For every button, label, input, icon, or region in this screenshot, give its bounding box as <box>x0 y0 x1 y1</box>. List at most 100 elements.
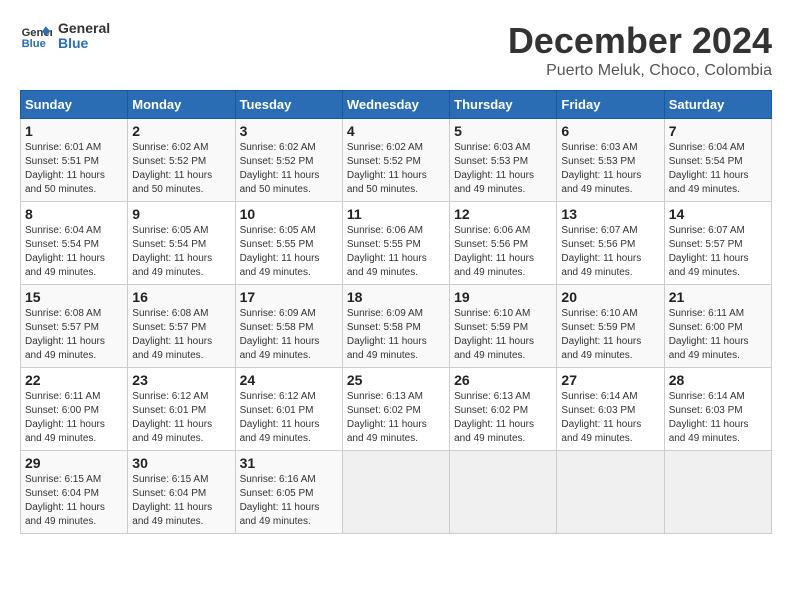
day-number: 27 <box>561 372 659 388</box>
day-number: 9 <box>132 206 230 222</box>
day-number: 4 <box>347 123 445 139</box>
day-info: Sunrise: 6:14 AM Sunset: 6:03 PM Dayligh… <box>669 390 767 446</box>
table-row: 14 Sunrise: 6:07 AM Sunset: 5:57 PM Dayl… <box>664 202 771 285</box>
table-row: 25 Sunrise: 6:13 AM Sunset: 6:02 PM Dayl… <box>342 368 449 451</box>
table-row: 1 Sunrise: 6:01 AM Sunset: 5:51 PM Dayli… <box>21 119 128 202</box>
day-number: 14 <box>669 206 767 222</box>
day-info: Sunrise: 6:07 AM Sunset: 5:56 PM Dayligh… <box>561 224 659 280</box>
day-number: 18 <box>347 289 445 305</box>
table-row: 19 Sunrise: 6:10 AM Sunset: 5:59 PM Dayl… <box>450 285 557 368</box>
day-info: Sunrise: 6:03 AM Sunset: 5:53 PM Dayligh… <box>454 141 552 197</box>
table-row: 20 Sunrise: 6:10 AM Sunset: 5:59 PM Dayl… <box>557 285 664 368</box>
col-thursday: Thursday <box>450 91 557 119</box>
logo-blue: Blue <box>58 36 110 51</box>
col-monday: Monday <box>128 91 235 119</box>
table-row: 23 Sunrise: 6:12 AM Sunset: 6:01 PM Dayl… <box>128 368 235 451</box>
day-info: Sunrise: 6:11 AM Sunset: 6:00 PM Dayligh… <box>669 307 767 363</box>
day-info: Sunrise: 6:13 AM Sunset: 6:02 PM Dayligh… <box>454 390 552 446</box>
page-header: General Blue General Blue December 2024 … <box>20 20 772 80</box>
day-info: Sunrise: 6:09 AM Sunset: 5:58 PM Dayligh… <box>240 307 338 363</box>
day-info: Sunrise: 6:03 AM Sunset: 5:53 PM Dayligh… <box>561 141 659 197</box>
table-row: 29 Sunrise: 6:15 AM Sunset: 6:04 PM Dayl… <box>21 451 128 534</box>
day-number: 13 <box>561 206 659 222</box>
calendar-week-row: 1 Sunrise: 6:01 AM Sunset: 5:51 PM Dayli… <box>21 119 772 202</box>
table-row: 5 Sunrise: 6:03 AM Sunset: 5:53 PM Dayli… <box>450 119 557 202</box>
calendar-week-row: 8 Sunrise: 6:04 AM Sunset: 5:54 PM Dayli… <box>21 202 772 285</box>
day-number: 15 <box>25 289 123 305</box>
table-row: 18 Sunrise: 6:09 AM Sunset: 5:58 PM Dayl… <box>342 285 449 368</box>
table-row: 27 Sunrise: 6:14 AM Sunset: 6:03 PM Dayl… <box>557 368 664 451</box>
day-info: Sunrise: 6:15 AM Sunset: 6:04 PM Dayligh… <box>25 473 123 529</box>
day-number: 24 <box>240 372 338 388</box>
table-row: 22 Sunrise: 6:11 AM Sunset: 6:00 PM Dayl… <box>21 368 128 451</box>
day-info: Sunrise: 6:09 AM Sunset: 5:58 PM Dayligh… <box>347 307 445 363</box>
table-row: 31 Sunrise: 6:16 AM Sunset: 6:05 PM Dayl… <box>235 451 342 534</box>
table-row: 12 Sunrise: 6:06 AM Sunset: 5:56 PM Dayl… <box>450 202 557 285</box>
table-row: 30 Sunrise: 6:15 AM Sunset: 6:04 PM Dayl… <box>128 451 235 534</box>
day-number: 19 <box>454 289 552 305</box>
svg-text:Blue: Blue <box>22 38 46 50</box>
table-row: 17 Sunrise: 6:09 AM Sunset: 5:58 PM Dayl… <box>235 285 342 368</box>
table-row: 28 Sunrise: 6:14 AM Sunset: 6:03 PM Dayl… <box>664 368 771 451</box>
day-number: 21 <box>669 289 767 305</box>
table-row <box>450 451 557 534</box>
day-number: 25 <box>347 372 445 388</box>
table-row <box>664 451 771 534</box>
day-number: 11 <box>347 206 445 222</box>
col-tuesday: Tuesday <box>235 91 342 119</box>
calendar-header-row: Sunday Monday Tuesday Wednesday Thursday… <box>21 91 772 119</box>
location-subtitle: Puerto Meluk, Choco, Colombia <box>508 62 772 80</box>
table-row: 13 Sunrise: 6:07 AM Sunset: 5:56 PM Dayl… <box>557 202 664 285</box>
day-number: 23 <box>132 372 230 388</box>
day-number: 2 <box>132 123 230 139</box>
day-info: Sunrise: 6:06 AM Sunset: 5:56 PM Dayligh… <box>454 224 552 280</box>
table-row: 8 Sunrise: 6:04 AM Sunset: 5:54 PM Dayli… <box>21 202 128 285</box>
day-info: Sunrise: 6:01 AM Sunset: 5:51 PM Dayligh… <box>25 141 123 197</box>
day-info: Sunrise: 6:08 AM Sunset: 5:57 PM Dayligh… <box>132 307 230 363</box>
day-number: 5 <box>454 123 552 139</box>
day-info: Sunrise: 6:08 AM Sunset: 5:57 PM Dayligh… <box>25 307 123 363</box>
table-row: 7 Sunrise: 6:04 AM Sunset: 5:54 PM Dayli… <box>664 119 771 202</box>
day-number: 29 <box>25 455 123 471</box>
table-row: 24 Sunrise: 6:12 AM Sunset: 6:01 PM Dayl… <box>235 368 342 451</box>
day-number: 12 <box>454 206 552 222</box>
day-info: Sunrise: 6:12 AM Sunset: 6:01 PM Dayligh… <box>132 390 230 446</box>
day-info: Sunrise: 6:02 AM Sunset: 5:52 PM Dayligh… <box>132 141 230 197</box>
logo-general: General <box>58 21 110 36</box>
day-number: 31 <box>240 455 338 471</box>
day-number: 22 <box>25 372 123 388</box>
day-number: 7 <box>669 123 767 139</box>
day-info: Sunrise: 6:10 AM Sunset: 5:59 PM Dayligh… <box>561 307 659 363</box>
day-info: Sunrise: 6:16 AM Sunset: 6:05 PM Dayligh… <box>240 473 338 529</box>
day-info: Sunrise: 6:14 AM Sunset: 6:03 PM Dayligh… <box>561 390 659 446</box>
day-number: 16 <box>132 289 230 305</box>
day-info: Sunrise: 6:15 AM Sunset: 6:04 PM Dayligh… <box>132 473 230 529</box>
table-row: 26 Sunrise: 6:13 AM Sunset: 6:02 PM Dayl… <box>450 368 557 451</box>
day-info: Sunrise: 6:04 AM Sunset: 5:54 PM Dayligh… <box>669 141 767 197</box>
day-info: Sunrise: 6:10 AM Sunset: 5:59 PM Dayligh… <box>454 307 552 363</box>
calendar-week-row: 29 Sunrise: 6:15 AM Sunset: 6:04 PM Dayl… <box>21 451 772 534</box>
month-title: December 2024 <box>508 20 772 62</box>
day-info: Sunrise: 6:05 AM Sunset: 5:55 PM Dayligh… <box>240 224 338 280</box>
day-info: Sunrise: 6:11 AM Sunset: 6:00 PM Dayligh… <box>25 390 123 446</box>
col-friday: Friday <box>557 91 664 119</box>
day-info: Sunrise: 6:04 AM Sunset: 5:54 PM Dayligh… <box>25 224 123 280</box>
day-number: 10 <box>240 206 338 222</box>
day-info: Sunrise: 6:05 AM Sunset: 5:54 PM Dayligh… <box>132 224 230 280</box>
day-info: Sunrise: 6:02 AM Sunset: 5:52 PM Dayligh… <box>347 141 445 197</box>
day-number: 6 <box>561 123 659 139</box>
day-number: 1 <box>25 123 123 139</box>
day-number: 20 <box>561 289 659 305</box>
logo: General Blue General Blue <box>20 20 110 52</box>
table-row: 4 Sunrise: 6:02 AM Sunset: 5:52 PM Dayli… <box>342 119 449 202</box>
day-info: Sunrise: 6:06 AM Sunset: 5:55 PM Dayligh… <box>347 224 445 280</box>
day-number: 30 <box>132 455 230 471</box>
title-area: December 2024 Puerto Meluk, Choco, Colom… <box>508 20 772 80</box>
table-row: 3 Sunrise: 6:02 AM Sunset: 5:52 PM Dayli… <box>235 119 342 202</box>
col-wednesday: Wednesday <box>342 91 449 119</box>
table-row: 6 Sunrise: 6:03 AM Sunset: 5:53 PM Dayli… <box>557 119 664 202</box>
col-saturday: Saturday <box>664 91 771 119</box>
table-row: 9 Sunrise: 6:05 AM Sunset: 5:54 PM Dayli… <box>128 202 235 285</box>
day-number: 28 <box>669 372 767 388</box>
table-row: 2 Sunrise: 6:02 AM Sunset: 5:52 PM Dayli… <box>128 119 235 202</box>
